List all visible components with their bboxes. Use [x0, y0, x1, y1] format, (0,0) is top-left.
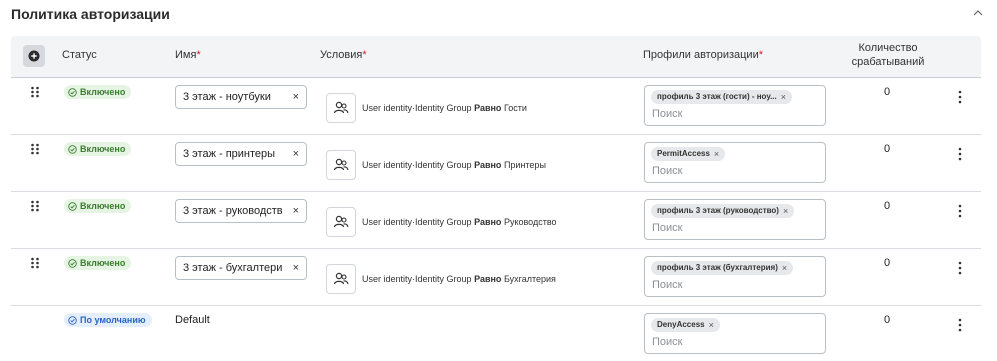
- check-circle-icon: [68, 201, 77, 211]
- status-badge: По умолчанию: [64, 313, 152, 327]
- table-row: Включено 3 этаж - ноутбуки × User identit…: [11, 78, 981, 135]
- status-badge: Включено: [64, 142, 132, 156]
- profile-select[interactable]: PermitAccess × Поиск: [644, 142, 826, 183]
- kebab-menu-icon[interactable]: [957, 204, 963, 218]
- profile-select[interactable]: профиль 3 этаж (бухгалтерия) × Поиск: [644, 256, 826, 297]
- condition-text: User identity·Identity Group Равно Принт…: [362, 160, 546, 170]
- kebab-menu-icon[interactable]: [957, 318, 963, 332]
- authorization-policy-table: Статус Имя* Условия* Профили авторизации…: [11, 36, 981, 361]
- drag-handle-icon[interactable]: [30, 257, 40, 269]
- profile-chip: профиль 3 этаж (бухгалтерия) ×: [651, 261, 794, 275]
- rule-name: Default: [175, 314, 210, 326]
- close-icon[interactable]: ×: [293, 91, 299, 103]
- check-circle-icon: [68, 315, 77, 325]
- plus-circle-icon: [28, 50, 40, 62]
- profile-search-input[interactable]: Поиск: [652, 222, 682, 234]
- close-icon[interactable]: ×: [782, 261, 787, 275]
- condition-text: User identity·Identity Group Равно Руков…: [362, 217, 557, 227]
- chevron-up-icon[interactable]: [971, 6, 985, 20]
- close-icon[interactable]: ×: [714, 147, 719, 161]
- check-circle-icon: [68, 144, 77, 154]
- condition-editor-button[interactable]: [326, 207, 356, 237]
- user-group-icon: [333, 272, 349, 285]
- condition: User identity·Identity Group Равно Бухга…: [326, 264, 556, 294]
- profile-chip: профиль 3 этаж (руководство) ×: [651, 204, 795, 218]
- status-badge: Включено: [64, 256, 132, 270]
- condition-text: User identity·Identity Group Равно Гости: [362, 103, 527, 113]
- user-group-icon: [333, 215, 349, 228]
- table-row-default: По умолчанию Default DenyAccess × Поиск 0: [11, 306, 981, 361]
- profile-select[interactable]: профиль 3 этаж (гости) - ноу... × Поиск: [644, 85, 826, 126]
- add-rule-button[interactable]: [23, 45, 45, 67]
- drag-handle-icon[interactable]: [30, 200, 40, 212]
- header-conditions: Условия*: [320, 49, 367, 61]
- condition-text: User identity·Identity Group Равно Бухга…: [362, 274, 556, 284]
- profile-search-input[interactable]: Поиск: [652, 165, 682, 177]
- status-badge: Включено: [64, 199, 132, 213]
- kebab-menu-icon[interactable]: [957, 147, 963, 161]
- hit-count: 0: [883, 257, 891, 269]
- table-row: Включено 3 этаж - бухгалтери × User ident…: [11, 249, 981, 306]
- profile-search-input[interactable]: Поиск: [652, 108, 682, 120]
- table-row: Включено 3 этаж - руководств × User ident…: [11, 192, 981, 249]
- hit-count: 0: [883, 86, 891, 98]
- table-header: Статус Имя* Условия* Профили авторизации…: [11, 36, 981, 78]
- status-badge: Включено: [64, 85, 132, 99]
- rule-name-input[interactable]: 3 этаж - ноутбуки ×: [175, 85, 307, 109]
- hit-count: 0: [883, 314, 891, 326]
- condition: User identity·Identity Group Равно Гости: [326, 93, 527, 123]
- user-group-icon: [333, 158, 349, 171]
- kebab-menu-icon[interactable]: [957, 261, 963, 275]
- hit-count: 0: [883, 200, 891, 212]
- condition-editor-button[interactable]: [326, 264, 356, 294]
- drag-handle-icon[interactable]: [30, 86, 40, 98]
- table-row: Включено 3 этаж - принтеры × User identit…: [11, 135, 981, 192]
- profile-chip: DenyAccess ×: [651, 318, 720, 332]
- hit-count: 0: [883, 143, 891, 155]
- section-title: Политика авторизации: [11, 6, 170, 22]
- condition: User identity·Identity Group Равно Принт…: [326, 150, 546, 180]
- check-circle-icon: [68, 258, 77, 268]
- close-icon[interactable]: ×: [293, 205, 299, 217]
- drag-handle-icon[interactable]: [30, 143, 40, 155]
- profile-select[interactable]: профиль 3 этаж (руководство) × Поиск: [644, 199, 826, 240]
- user-group-icon: [333, 101, 349, 114]
- check-circle-icon: [68, 87, 77, 97]
- rule-name-input[interactable]: 3 этаж - руководств ×: [175, 199, 307, 223]
- rule-name-input[interactable]: 3 этаж - принтеры ×: [175, 142, 307, 166]
- profile-chip: профиль 3 этаж (гости) - ноу... ×: [651, 90, 793, 104]
- profile-search-input[interactable]: Поиск: [652, 279, 682, 291]
- condition-editor-button[interactable]: [326, 150, 356, 180]
- header-profiles: Профили авторизации*: [643, 49, 764, 61]
- kebab-menu-icon[interactable]: [957, 90, 963, 104]
- close-icon[interactable]: ×: [293, 262, 299, 274]
- header-status: Статус: [62, 49, 97, 61]
- condition-editor-button[interactable]: [326, 93, 356, 123]
- condition: User identity·Identity Group Равно Руков…: [326, 207, 557, 237]
- profile-search-input[interactable]: Поиск: [652, 336, 682, 348]
- close-icon[interactable]: ×: [709, 318, 714, 332]
- close-icon[interactable]: ×: [293, 148, 299, 160]
- close-icon[interactable]: ×: [781, 90, 786, 104]
- profile-select[interactable]: DenyAccess × Поиск: [644, 313, 826, 354]
- profile-chip: PermitAccess ×: [651, 147, 726, 161]
- header-name: Имя*: [175, 49, 201, 61]
- rule-name-input[interactable]: 3 этаж - бухгалтери ×: [175, 256, 307, 280]
- header-hit-count: Количество срабатываний: [851, 42, 925, 68]
- close-icon[interactable]: ×: [783, 204, 788, 218]
